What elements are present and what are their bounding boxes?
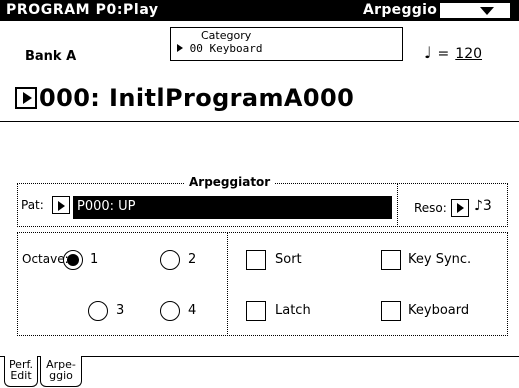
play-triangle-icon [58,201,65,211]
tab-perf-edit[interactable]: Perf. Edit [4,356,38,387]
title-bar: PROGRAM P0:Play Arpeggio [0,0,519,21]
tempo-value[interactable]: 120 [455,46,482,62]
chevron-down-icon [480,7,494,15]
active-tab-gap [41,356,81,357]
resolution-popup-button[interactable] [451,199,469,217]
arpeggiator-section-label: Arpeggiator [185,175,275,189]
keyboard-label: Keyboard [408,303,470,318]
octave-radio-1[interactable] [63,250,83,270]
octave-frame [17,232,228,336]
octave-option-3: 3 [116,303,125,318]
category-selector[interactable]: Category 00 Keyboard [170,27,403,61]
tab-arpeggio-line2: ggio [49,369,73,382]
octave-radio-2[interactable] [160,250,180,270]
pattern-value: P000: UP [77,199,136,214]
octave-radio-4[interactable] [160,301,180,321]
resolution-label: Reso: [414,201,447,215]
key-sync-checkbox[interactable] [381,250,401,270]
divider [0,121,519,122]
category-value-text: 00 Keyboard [189,42,263,55]
play-triangle-icon [177,44,183,52]
keyboard-checkbox[interactable] [381,301,401,321]
latch-label: Latch [275,303,311,318]
tab-arpeggio[interactable]: Arpe- ggio [40,356,82,387]
category-value: 00 Keyboard [177,42,262,55]
octave-label: Octave: [22,252,69,266]
resolution-value[interactable]: ♪3 [474,198,492,214]
page-title: PROGRAM P0:Play [6,2,159,18]
octave-option-4: 4 [188,303,197,318]
program-name: 000: InitlProgramA000 [39,84,355,112]
mode-label: Arpeggio [363,2,438,18]
octave-option-1: 1 [90,252,99,267]
divider [397,184,398,227]
sort-checkbox[interactable] [246,250,266,270]
program-name-selector[interactable]: 000: InitlProgramA000 [15,84,354,112]
play-triangle-icon [457,203,464,213]
page-menu-button[interactable] [439,2,511,19]
key-sync-label: Key Sync. [408,252,472,267]
tab-perf-edit-line2: Edit [10,369,32,382]
pattern-field[interactable]: P000: UP [73,196,392,219]
bank-label: Bank A [25,49,77,64]
quarter-note-icon: ♩ [424,43,432,62]
options-frame [227,232,508,336]
pattern-popup-button[interactable] [52,196,70,214]
latch-checkbox[interactable] [246,301,266,321]
tempo-display[interactable]: ♩ = 120 [424,43,482,62]
pattern-label: Pat: [21,198,44,212]
category-label: Category [201,29,252,42]
program-select-icon[interactable] [15,87,37,109]
octave-option-2: 2 [188,252,197,267]
sort-label: Sort [275,252,302,267]
equals-sign: = [437,46,450,62]
octave-radio-3[interactable] [88,301,108,321]
